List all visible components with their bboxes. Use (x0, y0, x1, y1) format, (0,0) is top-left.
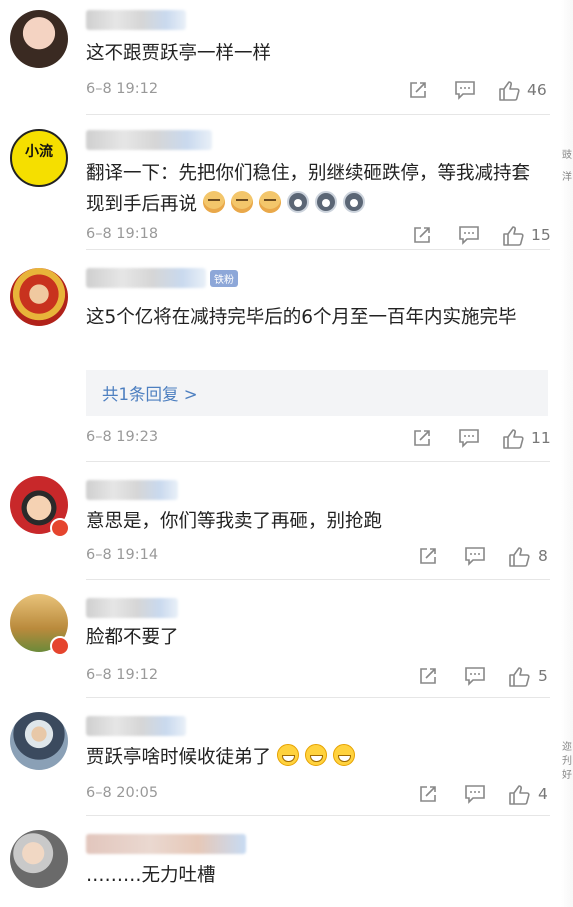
avatar[interactable]: 小流 (10, 129, 68, 187)
like-icon[interactable] (502, 428, 524, 450)
username-blurred[interactable] (86, 268, 206, 288)
comment-time: 6–8 20:05 (86, 785, 159, 801)
avatar[interactable] (10, 268, 68, 326)
avatar[interactable] (10, 830, 68, 888)
edge-fragment: 洋 (562, 172, 572, 183)
like-count: 15 (531, 226, 551, 244)
comment-time: 6–8 19:12 (86, 81, 159, 97)
avatar[interactable] (10, 712, 68, 770)
comment-time: 6–8 19:18 (86, 226, 159, 242)
comment-item: 这不跟贾跃亭一样一样 6–8 19:12 46 (0, 0, 560, 115)
comment-meta: 6–8 19:12 5 (86, 666, 550, 690)
husky-emoji-icon (343, 191, 366, 213)
comment-meta: 6–8 19:18 15 (86, 225, 551, 249)
comment-item: ………无力吐槽 (0, 816, 560, 907)
like-icon[interactable] (508, 784, 530, 806)
comment-icon[interactable] (464, 546, 486, 566)
like-count: 4 (538, 785, 548, 803)
comment-meta: 6–8 20:05 4 (86, 784, 550, 808)
husky-emoji-icon (315, 191, 338, 213)
edge-fragment: 迩 (562, 742, 572, 753)
username-blurred[interactable] (86, 10, 186, 30)
doge-emoji-icon (231, 191, 254, 213)
username-blurred[interactable] (86, 130, 212, 150)
edge-fragment: 好 (562, 770, 572, 781)
avatar[interactable] (10, 10, 68, 68)
reply-summary-button[interactable]: 共1条回复 > (86, 370, 548, 416)
share-icon[interactable] (418, 784, 438, 804)
share-icon[interactable] (418, 546, 438, 566)
share-icon[interactable] (412, 225, 432, 245)
grin-emoji-icon (305, 744, 328, 766)
comment-item: 铁粉 这5个亿将在减持完毕后的6个月至一百年内实施完毕 共1条回复 > 6–8 … (0, 250, 560, 462)
share-icon[interactable] (412, 428, 432, 448)
comment-text: 这5个亿将在减持完毕后的6个月至一百年内实施完毕 (86, 307, 517, 328)
fan-tag: 铁粉 (210, 270, 238, 287)
edge-fragment: 豉 (562, 150, 572, 161)
like-icon[interactable] (498, 80, 520, 102)
comment-time: 6–8 19:12 (86, 667, 159, 683)
comment-text: 意思是，你们等我卖了再砸，别抢跑 (86, 511, 383, 532)
username-blurred[interactable] (86, 834, 246, 854)
edge-fragment: 刋 (562, 756, 572, 767)
like-count: 11 (531, 429, 551, 447)
like-count: 46 (527, 81, 547, 99)
username-blurred[interactable] (86, 480, 178, 500)
comment-icon[interactable] (464, 666, 486, 686)
comment-icon[interactable] (454, 80, 476, 100)
like-icon[interactable] (502, 225, 524, 247)
username-blurred[interactable] (86, 598, 178, 618)
comment-text: 脸都不要了 (86, 627, 179, 648)
username-blurred[interactable] (86, 716, 186, 736)
comment-icon[interactable] (458, 428, 480, 448)
comment-text: 贾跃亭啥时候收徒弟了 (86, 742, 546, 773)
comment-text: ………无力吐槽 (86, 865, 216, 886)
share-icon[interactable] (408, 80, 428, 100)
comment-time: 6–8 19:23 (86, 429, 159, 445)
like-icon[interactable] (508, 666, 530, 688)
verified-badge-icon (50, 518, 70, 538)
husky-emoji-icon (287, 191, 310, 213)
like-count: 8 (538, 547, 548, 565)
comment-time: 6–8 19:14 (86, 547, 159, 563)
comment-item: 贾跃亭啥时候收徒弟了 6–8 20:05 4 (0, 698, 560, 816)
comment-icon[interactable] (458, 225, 480, 245)
comment-item: 小流 翻译一下：先把你们稳住，别继续砸跌停，等我减持套现到手后再说 6–8 19… (0, 115, 560, 250)
share-icon[interactable] (418, 666, 438, 686)
reply-summary-label: 共1条回复 > (102, 385, 198, 404)
grin-emoji-icon (333, 744, 356, 766)
like-count: 5 (538, 667, 548, 685)
comment-meta: 6–8 19:23 11 (86, 428, 551, 452)
grin-emoji-icon (277, 744, 300, 766)
comment-meta: 6–8 19:14 8 (86, 546, 550, 570)
comment-meta: 6–8 19:12 46 (86, 80, 550, 104)
verified-badge-icon (50, 636, 70, 656)
doge-emoji-icon (259, 191, 282, 213)
avatar-label: 小流 (25, 144, 53, 160)
comment-text: 这不跟贾跃亭一样一样 (86, 43, 272, 64)
doge-emoji-icon (203, 191, 226, 213)
comment-text: 翻译一下：先把你们稳住，别继续砸跌停，等我减持套现到手后再说 (86, 163, 531, 215)
comment-icon[interactable] (464, 784, 486, 804)
comment-item: 意思是，你们等我卖了再砸，别抢跑 6–8 19:14 8 (0, 462, 560, 580)
like-icon[interactable] (508, 546, 530, 568)
comment-item: 脸都不要了 6–8 19:12 5 (0, 580, 560, 698)
